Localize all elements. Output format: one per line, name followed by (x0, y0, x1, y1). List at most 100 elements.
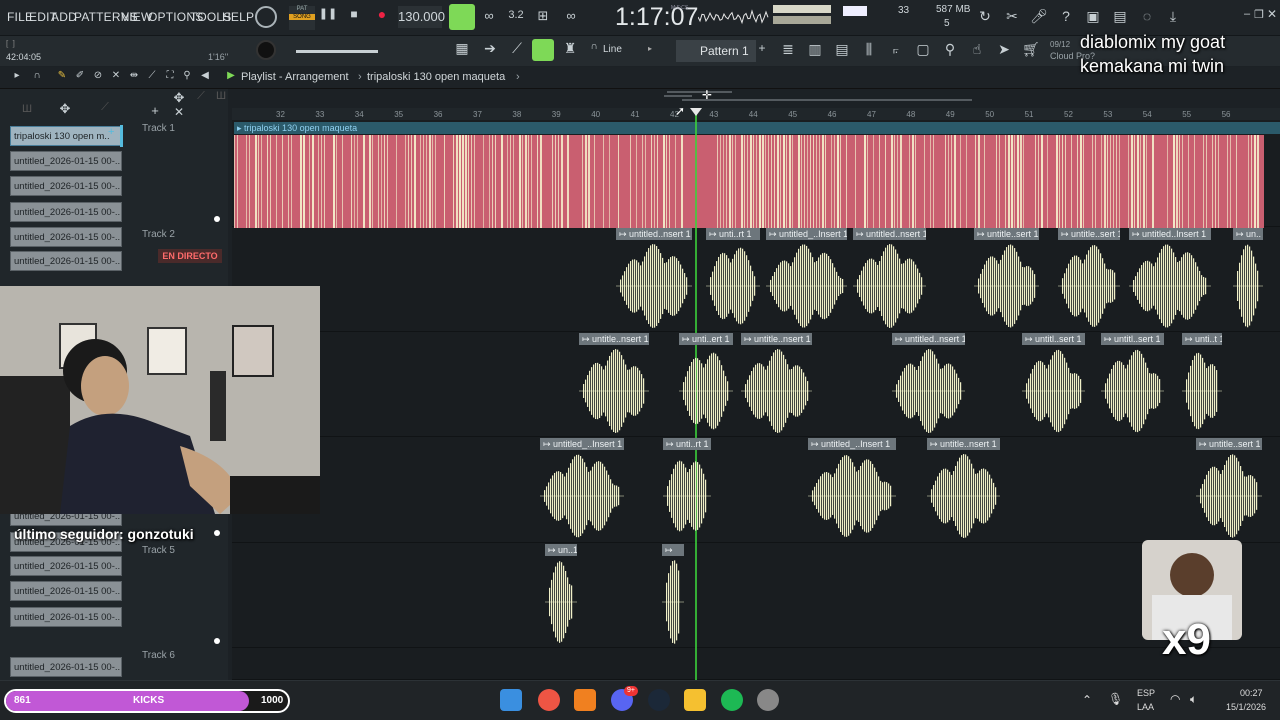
audio-clip-label[interactable]: ↦ untitled_..Insert 1 (766, 228, 847, 240)
playback-tool-icon[interactable]: ◀︎ (198, 70, 212, 81)
time-signature[interactable]: 3.2 (504, 9, 528, 21)
shop-icon[interactable]: 🛒︎ (1021, 41, 1041, 58)
audio-clip-label[interactable]: ↦ un..1 (545, 544, 577, 556)
zoom-tool-icon[interactable]: ⚲ (180, 70, 194, 81)
audio-clip-waveform[interactable] (579, 347, 649, 440)
audio-clip-waveform[interactable] (662, 558, 684, 651)
track-lane-5[interactable] (232, 543, 1280, 648)
brush-icon[interactable]: ⟋ (507, 40, 527, 57)
pattern-item[interactable]: untitled_2026-01-15 00-.. (10, 151, 122, 171)
master-pitch-knob[interactable] (256, 40, 276, 60)
pattern-item[interactable]: untitled_2026-01-15 00-.. (10, 202, 122, 222)
track-lane-6[interactable] (232, 648, 1280, 680)
tray-layout[interactable]: LAA (1137, 702, 1154, 712)
audio-clip-label[interactable]: ↦ unti..rt 1 (663, 438, 711, 450)
audio-clip-header[interactable]: ▸ tripaloski 130 open maqueta (234, 122, 1280, 134)
magnet-icon[interactable]: ∩ (587, 41, 601, 52)
audio-clip-waveform[interactable] (1129, 242, 1211, 335)
pattern-selector[interactable]: Pattern 1 (676, 40, 756, 62)
track-mute-dot[interactable] (214, 638, 220, 644)
pattern-item[interactable]: untitled_2026-01-15 00-.. (10, 657, 122, 677)
track-lane-4[interactable] (232, 437, 1280, 543)
paint-tool-icon[interactable]: ✐ (73, 70, 87, 81)
steam-icon[interactable] (648, 689, 670, 711)
download-icon[interactable]: ⤓ (1163, 8, 1183, 25)
pattern-item-selected[interactable]: tripaloski 130 open m.. (10, 126, 122, 146)
track-mute-dot[interactable] (214, 216, 220, 222)
select-tool-icon[interactable]: ⛶ (163, 70, 177, 81)
menu-icon[interactable]: ▸ (10, 70, 24, 81)
plugin-picker-icon[interactable]: ⚲ (940, 41, 960, 58)
audio-clip-waveform[interactable] (892, 347, 965, 440)
breadcrumb-section[interactable]: Playlist - Arrangement (241, 71, 349, 83)
tray-mic-icon[interactable]: 🎙︎ (1108, 692, 1123, 706)
slice-tool-icon[interactable]: ⟋ (145, 70, 159, 81)
pattern-item[interactable]: untitled_2026-01-15 00-.. (10, 581, 122, 601)
add-track-icon[interactable]: + (148, 103, 162, 118)
audio-clip-waveform[interactable] (706, 242, 760, 335)
help-icon[interactable]: ? (1056, 8, 1076, 24)
tray-chevron-icon[interactable]: ⌃ (1082, 693, 1092, 707)
audio-clip-waveform[interactable] (1182, 347, 1222, 440)
audio-clip-label[interactable]: ↦ (662, 544, 684, 556)
audio-clip-waveform[interactable] (1101, 347, 1164, 440)
audio-clip-label[interactable]: ↦ untitled_..Insert 1 (540, 438, 624, 450)
step-edit-icon[interactable]: ⊞ (533, 8, 553, 24)
piano-icon[interactable]: ▦ (452, 40, 472, 57)
save-new-icon[interactable]: ▤ (1110, 8, 1130, 25)
pat-song-toggle[interactable]: PAT SONG (289, 6, 315, 30)
file-explorer-icon[interactable] (684, 689, 706, 711)
audio-clip-waveform[interactable] (974, 242, 1039, 335)
audio-clip-waveform[interactable] (679, 347, 733, 440)
magnet-tool-icon[interactable]: ∩ (30, 70, 44, 81)
pause-icon[interactable]: ❚❚ (318, 7, 338, 27)
audio-picker-icon[interactable]: ✥ (56, 101, 74, 117)
undo-icon[interactable]: ↻ (975, 8, 995, 25)
audio-clip-label[interactable]: ↦ untitle..sert 1 (1058, 228, 1120, 240)
audio-clip-label[interactable]: ↦ untitle..sert 1 (974, 228, 1039, 240)
spotify-icon[interactable] (721, 689, 743, 711)
pattern-item[interactable]: untitled_2026-01-15 00-.. (10, 607, 122, 627)
mic-icon[interactable]: 🎤︎ (1029, 8, 1049, 25)
stop-icon[interactable]: ■ (345, 7, 363, 27)
audio-clip-label[interactable]: ↦ untitled..nsert 1 (616, 228, 692, 240)
audio-clip-waveform[interactable] (766, 242, 847, 335)
audio-clip-waveform[interactable] (808, 452, 896, 545)
menu-help[interactable]: HELP (222, 10, 254, 24)
audio-clip-label[interactable]: ↦ unti..rt 1 (706, 228, 760, 240)
song-time[interactable]: 1:17:07 (615, 2, 707, 32)
audio-clip-label[interactable]: ↦ untitl..sert 1 (1101, 333, 1164, 345)
audio-clip-waveform[interactable] (663, 452, 711, 545)
plugin-wrap-icon[interactable]: ➤ (994, 41, 1014, 58)
piano-roll-icon[interactable]: ▤ (832, 41, 852, 58)
grid-small-icon[interactable]: Ш (214, 90, 228, 102)
audio-clip-label[interactable]: ↦ unti..ert 1 (679, 333, 733, 345)
audio-clip-waveform[interactable] (1058, 242, 1120, 335)
pattern-item[interactable]: untitled_2026-01-15 00-.. (10, 556, 122, 576)
tools-icon[interactable]: ✂ (1002, 8, 1022, 25)
audio-clip-label[interactable]: ↦ untitled..nsert 1 (853, 228, 926, 240)
stamp-icon[interactable]: ♜ (560, 40, 580, 57)
audio-clip-waveform[interactable] (741, 347, 812, 440)
audio-clip-waveform[interactable] (234, 135, 1264, 228)
chat-icon[interactable]: ◌ (1137, 8, 1157, 24)
audio-clip-waveform[interactable] (540, 452, 624, 545)
audio-clip-waveform[interactable] (1233, 242, 1263, 335)
touch-icon[interactable]: ☝ (967, 41, 987, 58)
channel-rack-icon[interactable]: ▥ (805, 41, 825, 58)
remove-icon[interactable]: ✕ (172, 105, 186, 119)
pattern-item[interactable]: untitled_2026-01-15 00-.. (10, 227, 122, 247)
play-pattern-icon[interactable]: ▶ (224, 70, 238, 81)
audio-clip-label[interactable]: ↦ untitle..nsert 1 (927, 438, 1000, 450)
move-icon[interactable]: ✥ (172, 90, 186, 106)
tray-time[interactable]: 00:27 (1240, 688, 1263, 698)
tray-lang[interactable]: ESP (1137, 688, 1155, 698)
pattern-item[interactable]: untitled_2026-01-15 00-.. (10, 176, 122, 196)
tempo-display[interactable]: 130.000 (398, 6, 445, 28)
chrome-icon[interactable] (538, 689, 560, 711)
audio-clip-waveform[interactable] (616, 242, 692, 335)
app-icon[interactable] (757, 689, 779, 711)
close-icon[interactable]: ✕ (1265, 7, 1279, 21)
track-mute-dot[interactable] (214, 530, 220, 536)
snap-mode[interactable]: Line (603, 44, 622, 55)
